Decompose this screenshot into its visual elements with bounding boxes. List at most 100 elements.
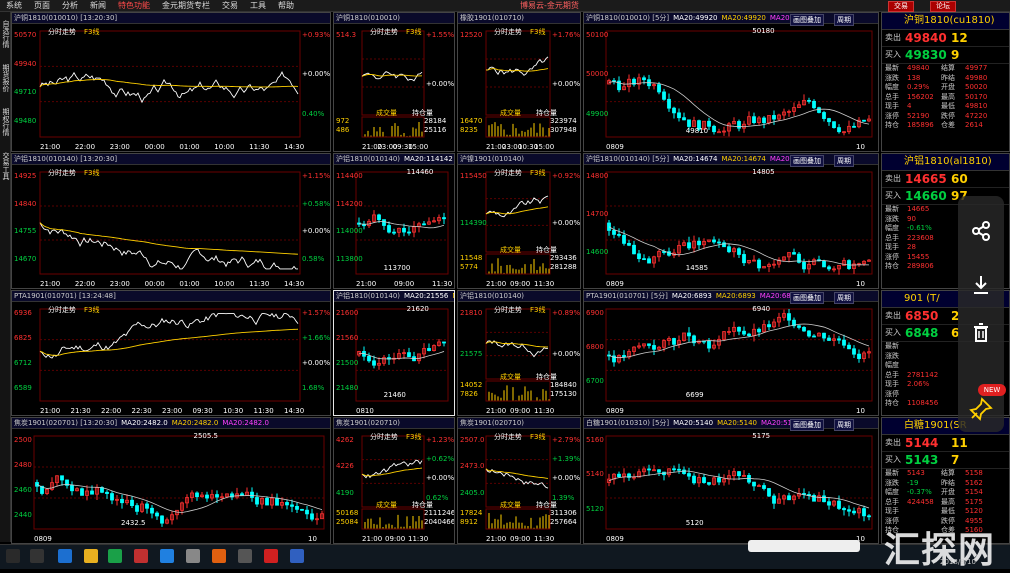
chart-pane-al3[interactable]: 沪镍1901(010140) 分时走势 F3线 115450 114390 +0.92% +… <box>457 153 581 289</box>
pane-tool-button[interactable]: 画图叠加 <box>790 292 824 304</box>
ma-line <box>358 351 445 360</box>
menu-item-7[interactable]: 工具 <box>250 0 266 11</box>
pane-tool-button[interactable]: 周期 <box>834 419 854 431</box>
ma-label: MA20:14674 <box>721 155 766 163</box>
candle <box>852 510 856 514</box>
side-tab-options[interactable]: 期权行情 <box>1 108 11 136</box>
candle <box>622 355 626 358</box>
trash-icon[interactable] <box>968 320 994 346</box>
chart-pane-al4[interactable]: 沪铝1810(010140) [5分]MA20:14674MA20:14674M… <box>583 153 879 289</box>
chart-pane-ta1[interactable]: PTA1901(010701) [13:24:48] 分时走势 F3线 6936 682… <box>11 290 331 416</box>
chart-pane-ta3[interactable]: 沪铝1810(010140) 分时走势 F3线 21810 21575 +0.89% +0.… <box>457 290 581 416</box>
ask-row[interactable]: 卖出 5144 11 <box>882 435 1009 452</box>
pane-title: 沪铝1810(010140) [5分] <box>586 155 670 163</box>
menu-item-4[interactable]: 特色功能 <box>118 0 150 11</box>
candle <box>637 253 641 260</box>
app-icon-8[interactable] <box>290 549 304 563</box>
candle <box>215 494 219 498</box>
candle <box>647 258 651 264</box>
forum-button[interactable]: 论坛 <box>930 1 956 12</box>
candle <box>70 484 74 492</box>
stat-label: 幅度 <box>885 83 899 91</box>
bid-row[interactable]: 买入 5143 7 <box>882 452 1009 469</box>
chart-pane-zn1[interactable]: 焦炭1901(020701) [13:20:30] MA20:2482.0 MA20… <box>11 417 331 544</box>
pane-tool-button[interactable]: 周期 <box>834 14 854 26</box>
menu-item-1[interactable]: 页面 <box>34 0 50 11</box>
y-tick-label: 2405.0 <box>460 488 485 497</box>
stat-label: 昨结 <box>941 478 955 487</box>
low-label: 14585 <box>685 264 709 272</box>
chart-pane-zn2[interactable]: 焦炭1901(020710) 分时走势 F3线 4262 4226 4190 +1.23% +… <box>333 417 455 544</box>
chart-pane-zn3[interactable]: 焦炭1901(020710) 分时走势 F3线 2507.0 2473.0 2405.0 +… <box>457 417 581 544</box>
x-tick-label: 09:00 <box>510 407 531 415</box>
new-badge: NEW <box>978 384 1006 396</box>
chart-pane-ta2[interactable]: 沪铝1810(010140) MA20:21556MA20:21556 21600 2… <box>333 290 455 416</box>
quote-panel: 沪铜1810(cu1810) 卖出 49840 12 买入 49830 9 最新 49840 结算… <box>881 12 1010 152</box>
chart-pane-al2[interactable]: 沪铝1810(010140)MA20:114142MA20:1141421144… <box>333 153 455 289</box>
stat-value: 4 <box>907 102 912 110</box>
quote-title[interactable]: 沪铝1810(al1810) <box>882 154 1009 171</box>
pane-tool-button[interactable]: 周期 <box>834 292 854 304</box>
app-icon-7[interactable] <box>264 549 278 563</box>
pane-tool-button[interactable]: 画图叠加 <box>790 14 824 26</box>
edge-icon[interactable] <box>58 549 72 563</box>
side-tab-tools[interactable]: 交易工具 <box>1 152 11 180</box>
pane-tool-button[interactable]: 画图叠加 <box>790 155 824 167</box>
y-tick-label: 5160 <box>586 436 604 444</box>
chart-pane-al1[interactable]: 沪铝1810(010140) [13:20:30] 分时走势 F3线 14925 148… <box>11 153 331 289</box>
side-tab-watchlist[interactable]: 自选行情 <box>1 20 11 48</box>
x-tick-label: 09:00 <box>385 535 406 543</box>
menu-item-5[interactable]: 金元期货专栏 <box>162 0 210 11</box>
download-icon[interactable] <box>968 272 994 298</box>
folder-icon[interactable] <box>84 549 98 563</box>
bid-row[interactable]: 买入 49830 9 <box>882 47 1009 64</box>
chart-svg <box>39 171 301 275</box>
app-icon-5[interactable] <box>212 549 226 563</box>
x-tick-label: 15:00 <box>408 143 429 151</box>
app-icon-2[interactable] <box>134 549 148 563</box>
pct-tick-label: +0.62% <box>426 455 455 464</box>
volume-label: 成交量 <box>500 109 521 117</box>
candle <box>792 252 796 255</box>
menu-item-8[interactable]: 帮助 <box>278 0 294 11</box>
chart-pane-ta4[interactable]: PTA1901(010701) [5分] MA20:6893 MA20:6893 MA… <box>583 290 879 416</box>
candle <box>807 99 811 102</box>
menu-item-3[interactable]: 新闻 <box>90 0 106 11</box>
pct-tick-label: 0.58% <box>302 254 325 263</box>
ask-row[interactable]: 卖出 49840 12 <box>882 30 1009 47</box>
chart-pane-cu3[interactable]: 橡胶1901(010710) 分时走势 F3线 12520 +1.76% +0.00% 21… <box>457 12 581 152</box>
app-icon-1[interactable] <box>108 549 122 563</box>
search-icon[interactable] <box>30 549 44 563</box>
trade-button[interactable]: 交易 <box>888 1 914 12</box>
app-icon-3[interactable] <box>160 549 174 563</box>
y-tick-label: 2480 <box>14 461 32 470</box>
chart-pane-cu1[interactable]: 沪铜1810(010010) [13:20:30] 分时走势 F3线 50570 499… <box>11 12 331 152</box>
pane-tool-button[interactable]: 周期 <box>834 155 854 167</box>
pin-icon[interactable] <box>968 396 994 422</box>
chart-pane-cu2[interactable]: 沪铜1810(010010) 分时走势 F3线 514.3 +1.55% +0.00% 21… <box>333 12 455 152</box>
windows-start-icon[interactable] <box>6 549 20 563</box>
share-icon[interactable] <box>968 218 994 244</box>
quote-size: 12 <box>951 31 968 45</box>
candle <box>105 491 109 494</box>
candle <box>240 493 244 496</box>
quote-price: 49830 <box>905 48 947 62</box>
stat-label: 开盘 <box>941 488 955 496</box>
side-tab-futures[interactable]: 期货报价 <box>1 64 11 92</box>
pane-tool-button[interactable]: 画图叠加 <box>790 419 824 431</box>
menu-item-6[interactable]: 交易 <box>222 0 238 11</box>
menu-item-2[interactable]: 分析 <box>62 0 78 11</box>
app-icon-6[interactable] <box>238 549 252 563</box>
candle <box>837 338 841 341</box>
ime-toolbar[interactable] <box>748 540 860 552</box>
candle <box>90 490 94 495</box>
chart-pane-zn4[interactable]: 白糖1901(010310) [5分] MA20:5140 MA20:5140 MA2… <box>583 417 879 544</box>
menu-item-0[interactable]: 系统 <box>6 0 22 11</box>
chart-svg <box>39 308 301 402</box>
app-icon-4[interactable] <box>186 549 200 563</box>
stat-value: 50020 <box>965 83 988 91</box>
quote-title[interactable]: 沪铜1810(cu1810) <box>882 13 1009 30</box>
ask-row[interactable]: 卖出 14665 60 <box>882 171 1009 188</box>
stat-value: 5158 <box>965 469 983 477</box>
chart-pane-cu4[interactable]: 沪铜1810(010010) [5分]MA20:49920MA20:49920M… <box>583 12 879 152</box>
